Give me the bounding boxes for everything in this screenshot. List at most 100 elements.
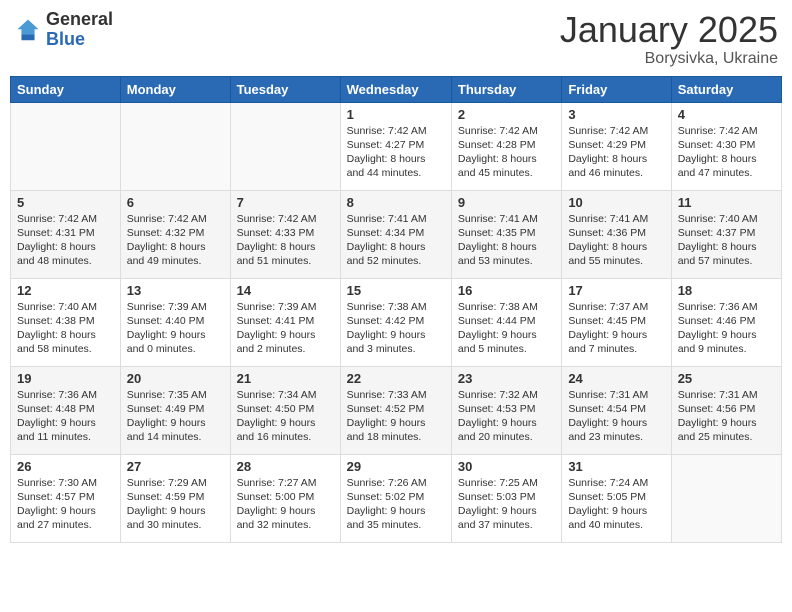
day-info: Sunrise: 7:41 AMSunset: 4:36 PMDaylight:…	[568, 212, 664, 269]
day-info: Sunrise: 7:42 AMSunset: 4:31 PMDaylight:…	[17, 212, 114, 269]
day-number: 29	[347, 459, 445, 474]
logo-general-text: General	[46, 10, 113, 30]
day-number: 16	[458, 283, 555, 298]
day-info: Sunrise: 7:38 AMSunset: 4:42 PMDaylight:…	[347, 300, 445, 357]
calendar-cell: 17Sunrise: 7:37 AMSunset: 4:45 PMDayligh…	[562, 278, 671, 366]
day-info: Sunrise: 7:36 AMSunset: 4:46 PMDaylight:…	[678, 300, 775, 357]
calendar-week-row: 19Sunrise: 7:36 AMSunset: 4:48 PMDayligh…	[11, 366, 782, 454]
calendar-cell	[671, 454, 781, 542]
day-info: Sunrise: 7:24 AMSunset: 5:05 PMDaylight:…	[568, 476, 664, 533]
day-number: 27	[127, 459, 224, 474]
calendar-cell: 31 Sunrise: 7:24 AMSunset: 5:05 PMDayligh…	[562, 454, 671, 542]
calendar-cell: 15 Sunrise: 7:38 AMSunset: 4:42 PMDayligh…	[340, 278, 451, 366]
day-number: 4	[678, 107, 775, 122]
day-number: 8	[347, 195, 445, 210]
day-number: 18	[678, 283, 775, 298]
calendar-cell	[230, 102, 340, 190]
calendar-cell: 10 Sunrise: 7:41 AMSunset: 4:36 PMDayligh…	[562, 190, 671, 278]
day-number: 12	[17, 283, 114, 298]
day-info: Sunrise: 7:42 AMSunset: 4:27 PMDaylight:…	[347, 124, 445, 181]
day-number: 15	[347, 283, 445, 298]
day-info: Sunrise: 7:42 AMSunset: 4:29 PMDaylight:…	[568, 124, 664, 181]
calendar-cell: 13 Sunrise: 7:39 AMSunset: 4:40 PMDayligh…	[120, 278, 230, 366]
calendar-day-header: Tuesday	[230, 76, 340, 102]
day-number: 31	[568, 459, 664, 474]
calendar-cell: 16Sunrise: 7:38 AMSunset: 4:44 PMDayligh…	[451, 278, 561, 366]
day-info: Sunrise: 7:25 AMSunset: 5:03 PMDaylight:…	[458, 476, 555, 533]
calendar-cell: 9 Sunrise: 7:41 AMSunset: 4:35 PMDaylight…	[451, 190, 561, 278]
day-number: 20	[127, 371, 224, 386]
day-number: 10	[568, 195, 664, 210]
day-info: Sunrise: 7:39 AMSunset: 4:40 PMDaylight:…	[127, 300, 224, 357]
day-info: Sunrise: 7:34 AMSunset: 4:50 PMDaylight:…	[237, 388, 334, 445]
day-number: 11	[678, 195, 775, 210]
calendar-cell	[120, 102, 230, 190]
page-header: General Blue January 2025 Borysivka, Ukr…	[10, 10, 782, 68]
calendar-table: SundayMondayTuesdayWednesdayThursdayFrid…	[10, 76, 782, 543]
day-number: 13	[127, 283, 224, 298]
month-title: January 2025	[560, 10, 778, 50]
day-number: 14	[237, 283, 334, 298]
calendar-cell: 2 Sunrise: 7:42 AMSunset: 4:28 PMDaylight…	[451, 102, 561, 190]
day-info: Sunrise: 7:32 AMSunset: 4:53 PMDaylight:…	[458, 388, 555, 445]
day-number: 1	[347, 107, 445, 122]
calendar-cell: 22Sunrise: 7:33 AMSunset: 4:52 PMDayligh…	[340, 366, 451, 454]
day-number: 6	[127, 195, 224, 210]
calendar-cell: 30Sunrise: 7:25 AMSunset: 5:03 PMDayligh…	[451, 454, 561, 542]
day-number: 2	[458, 107, 555, 122]
day-number: 23	[458, 371, 555, 386]
calendar-cell	[11, 102, 121, 190]
day-info: Sunrise: 7:42 AMSunset: 4:33 PMDaylight:…	[237, 212, 334, 269]
day-number: 21	[237, 371, 334, 386]
logo-blue-text: Blue	[46, 30, 113, 50]
day-info: Sunrise: 7:33 AMSunset: 4:52 PMDaylight:…	[347, 388, 445, 445]
day-info: Sunrise: 7:36 AMSunset: 4:48 PMDaylight:…	[17, 388, 114, 445]
day-number: 25	[678, 371, 775, 386]
calendar-cell: 3 Sunrise: 7:42 AMSunset: 4:29 PMDaylight…	[562, 102, 671, 190]
calendar-cell: 18 Sunrise: 7:36 AMSunset: 4:46 PMDayligh…	[671, 278, 781, 366]
day-info: Sunrise: 7:39 AMSunset: 4:41 PMDaylight:…	[237, 300, 334, 357]
calendar-cell: 1 Sunrise: 7:42 AMSunset: 4:27 PMDaylight…	[340, 102, 451, 190]
calendar-header-row: SundayMondayTuesdayWednesdayThursdayFrid…	[11, 76, 782, 102]
calendar-cell: 27 Sunrise: 7:29 AMSunset: 4:59 PMDayligh…	[120, 454, 230, 542]
calendar-day-header: Friday	[562, 76, 671, 102]
calendar-day-header: Sunday	[11, 76, 121, 102]
day-info: Sunrise: 7:40 AMSunset: 4:37 PMDaylight:…	[678, 212, 775, 269]
calendar-week-row: 5 Sunrise: 7:42 AMSunset: 4:31 PMDaylight…	[11, 190, 782, 278]
calendar-cell: 29Sunrise: 7:26 AMSunset: 5:02 PMDayligh…	[340, 454, 451, 542]
day-info: Sunrise: 7:42 AMSunset: 4:30 PMDaylight:…	[678, 124, 775, 181]
title-block: January 2025 Borysivka, Ukraine	[560, 10, 778, 68]
day-info: Sunrise: 7:41 AMSunset: 4:34 PMDaylight:…	[347, 212, 445, 269]
day-number: 9	[458, 195, 555, 210]
calendar-day-header: Thursday	[451, 76, 561, 102]
calendar-cell: 7 Sunrise: 7:42 AMSunset: 4:33 PMDaylight…	[230, 190, 340, 278]
calendar-cell: 14 Sunrise: 7:39 AMSunset: 4:41 PMDayligh…	[230, 278, 340, 366]
calendar-cell: 20 Sunrise: 7:35 AMSunset: 4:49 PMDayligh…	[120, 366, 230, 454]
day-info: Sunrise: 7:40 AMSunset: 4:38 PMDaylight:…	[17, 300, 114, 357]
calendar-cell: 19Sunrise: 7:36 AMSunset: 4:48 PMDayligh…	[11, 366, 121, 454]
logo: General Blue	[14, 10, 113, 50]
logo-icon	[14, 16, 42, 44]
calendar-day-header: Wednesday	[340, 76, 451, 102]
day-info: Sunrise: 7:41 AMSunset: 4:35 PMDaylight:…	[458, 212, 555, 269]
calendar-cell: 4 Sunrise: 7:42 AMSunset: 4:30 PMDaylight…	[671, 102, 781, 190]
calendar-cell: 25Sunrise: 7:31 AMSunset: 4:56 PMDayligh…	[671, 366, 781, 454]
day-number: 28	[237, 459, 334, 474]
day-info: Sunrise: 7:29 AMSunset: 4:59 PMDaylight:…	[127, 476, 224, 533]
calendar-cell: 28 Sunrise: 7:27 AMSunset: 5:00 PMDayligh…	[230, 454, 340, 542]
day-info: Sunrise: 7:31 AMSunset: 4:54 PMDaylight:…	[568, 388, 664, 445]
day-number: 5	[17, 195, 114, 210]
day-info: Sunrise: 7:27 AMSunset: 5:00 PMDaylight:…	[237, 476, 334, 533]
calendar-cell: 11 Sunrise: 7:40 AMSunset: 4:37 PMDayligh…	[671, 190, 781, 278]
day-info: Sunrise: 7:35 AMSunset: 4:49 PMDaylight:…	[127, 388, 224, 445]
day-number: 24	[568, 371, 664, 386]
calendar-week-row: 26Sunrise: 7:30 AMSunset: 4:57 PMDayligh…	[11, 454, 782, 542]
logo-text: General Blue	[46, 10, 113, 50]
day-number: 3	[568, 107, 664, 122]
day-number: 17	[568, 283, 664, 298]
day-info: Sunrise: 7:42 AMSunset: 4:28 PMDaylight:…	[458, 124, 555, 181]
day-number: 7	[237, 195, 334, 210]
calendar-week-row: 12 Sunrise: 7:40 AMSunset: 4:38 PMDayligh…	[11, 278, 782, 366]
calendar-day-header: Saturday	[671, 76, 781, 102]
calendar-cell: 24 Sunrise: 7:31 AMSunset: 4:54 PMDayligh…	[562, 366, 671, 454]
